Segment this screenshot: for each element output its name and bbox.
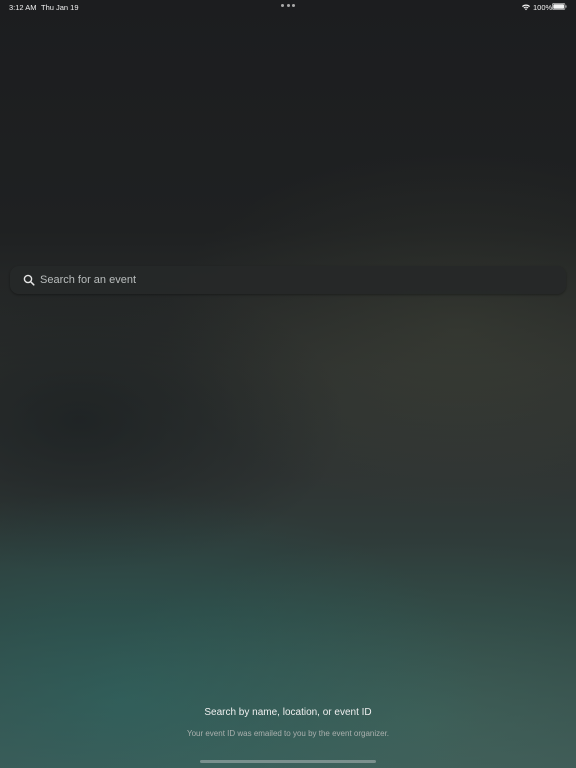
- hint-subtitle: Your event ID was emailed to you by the …: [186, 729, 390, 738]
- battery-percent: 100%: [533, 3, 553, 12]
- home-indicator[interactable]: [200, 760, 376, 763]
- search-input[interactable]: [40, 266, 540, 294]
- status-time: 3:12 AM: [9, 3, 37, 12]
- wifi-icon: [522, 4, 530, 11]
- status-bar: 3:12 AM Thu Jan 19 100%: [0, 0, 576, 14]
- multitasking-dots-icon[interactable]: [281, 4, 295, 8]
- search-icon: [23, 274, 35, 286]
- screen: 3:12 AM Thu Jan 19 100% Search by name, …: [0, 0, 576, 768]
- status-date: Thu Jan 19: [41, 3, 79, 12]
- search-bar[interactable]: [10, 266, 566, 294]
- battery-icon: [552, 3, 567, 10]
- hint-title: Search by name, location, or event ID: [204, 707, 372, 718]
